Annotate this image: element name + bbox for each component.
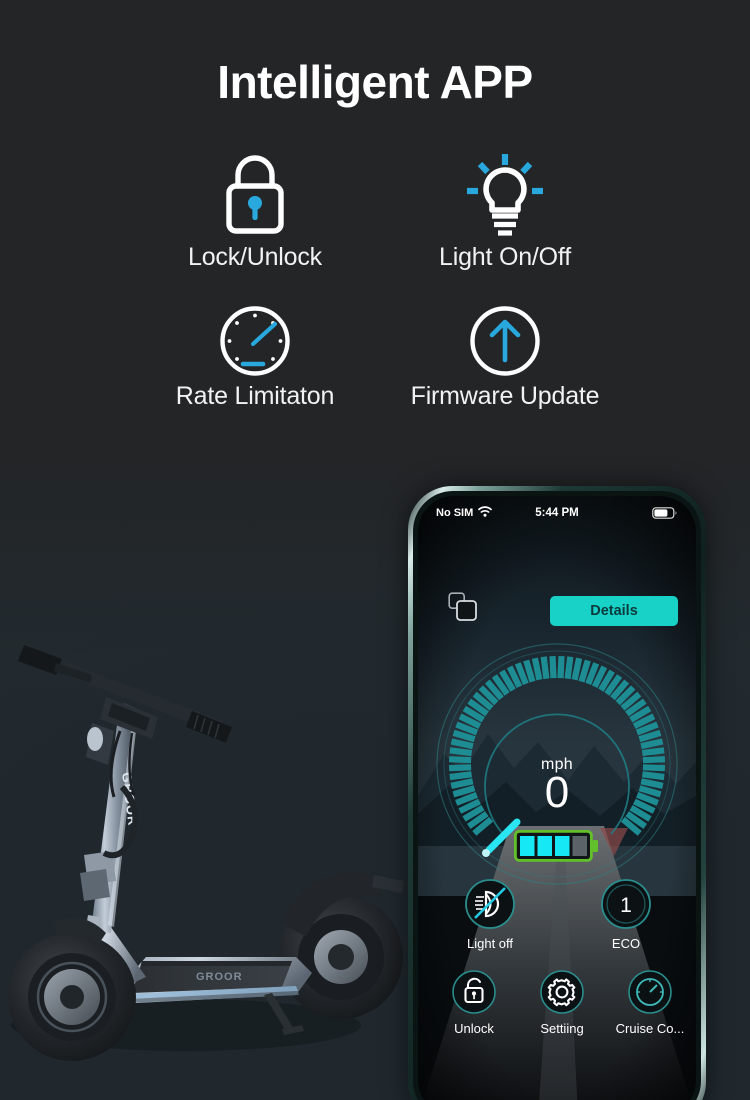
circle-up-arrow-icon (467, 300, 543, 382)
rear-wheel (279, 873, 404, 1019)
cruise-gauge-icon (628, 970, 672, 1014)
gauge-readout: mph 0 (431, 756, 683, 817)
control-light-off[interactable]: Light off (446, 878, 534, 951)
mode-circle-icon: 1 (601, 879, 651, 929)
deck: GROOR (116, 957, 312, 1003)
feature-label: Rate Limitaton (175, 382, 335, 410)
lightbulb-icon (459, 145, 551, 243)
control-unlock[interactable]: Unlock (430, 969, 518, 1036)
feature-lock-unlock: Lock/Unlock (130, 145, 380, 272)
copy-layers-icon[interactable] (448, 592, 478, 627)
status-bar: No SIM 5:44 PM (418, 496, 696, 530)
feature-grid: Lock/Unlock Light On/Off Rate Limitaton … (130, 145, 630, 411)
details-button[interactable]: Details (550, 596, 678, 626)
mode-value: 1 (620, 894, 632, 917)
gear-icon (540, 970, 584, 1014)
headlight-off-icon (465, 879, 515, 929)
control-cruise-control[interactable]: Cruise Co... (606, 969, 694, 1036)
feature-firmware-update: Firmware Update (380, 300, 630, 411)
page-title: Intelligent APP (217, 56, 533, 108)
promo-page: Intelligent APP Lock/Unlock Light On/Off… (0, 0, 750, 1100)
feature-rate-limitation: Rate Limitaton (130, 300, 380, 411)
gauge-value: 0 (544, 768, 570, 817)
electric-scooter-image: GROOR GROOR (0, 525, 416, 1070)
control-label: ECO (611, 936, 641, 951)
feature-row-2: Rate Limitaton Firmware Update (130, 300, 630, 411)
battery-level-indicator (513, 829, 600, 867)
feature-light-on-off: Light On/Off (380, 145, 630, 272)
feature-label: Firmware Update (410, 382, 600, 410)
feature-label: Light On/Off (439, 243, 571, 271)
control-row-2: Unlock Settiing Cruise Co... (418, 969, 696, 1036)
phone-screen: No SIM 5:44 PM Details mph 0 Light off 1… (418, 496, 696, 1100)
padlock-icon (212, 145, 298, 243)
control-eco-mode[interactable]: 1 ECO (582, 878, 670, 951)
control-label: Unlock (454, 1021, 494, 1036)
control-label: Light off (466, 936, 514, 951)
control-label: Settiing (540, 1021, 584, 1036)
feature-label: Lock/Unlock (188, 243, 322, 271)
control-settings[interactable]: Settiing (518, 969, 606, 1036)
gauge-needle (482, 818, 521, 857)
control-label: Cruise Co... (615, 1021, 685, 1036)
open-padlock-icon (452, 970, 496, 1014)
control-row-1: Light off 1 ECO (418, 878, 696, 951)
status-time: 5:44 PM (535, 507, 579, 519)
deck-brand-text: GROOR (196, 971, 243, 983)
control-grid: Light off 1 ECO Unlock Settiing Cruise C… (418, 878, 696, 1036)
phone-mockup: No SIM 5:44 PM Details mph 0 Light off 1… (408, 486, 706, 1100)
feature-row-1: Lock/Unlock Light On/Off (130, 145, 630, 272)
speed-gauge-icon (217, 300, 293, 382)
